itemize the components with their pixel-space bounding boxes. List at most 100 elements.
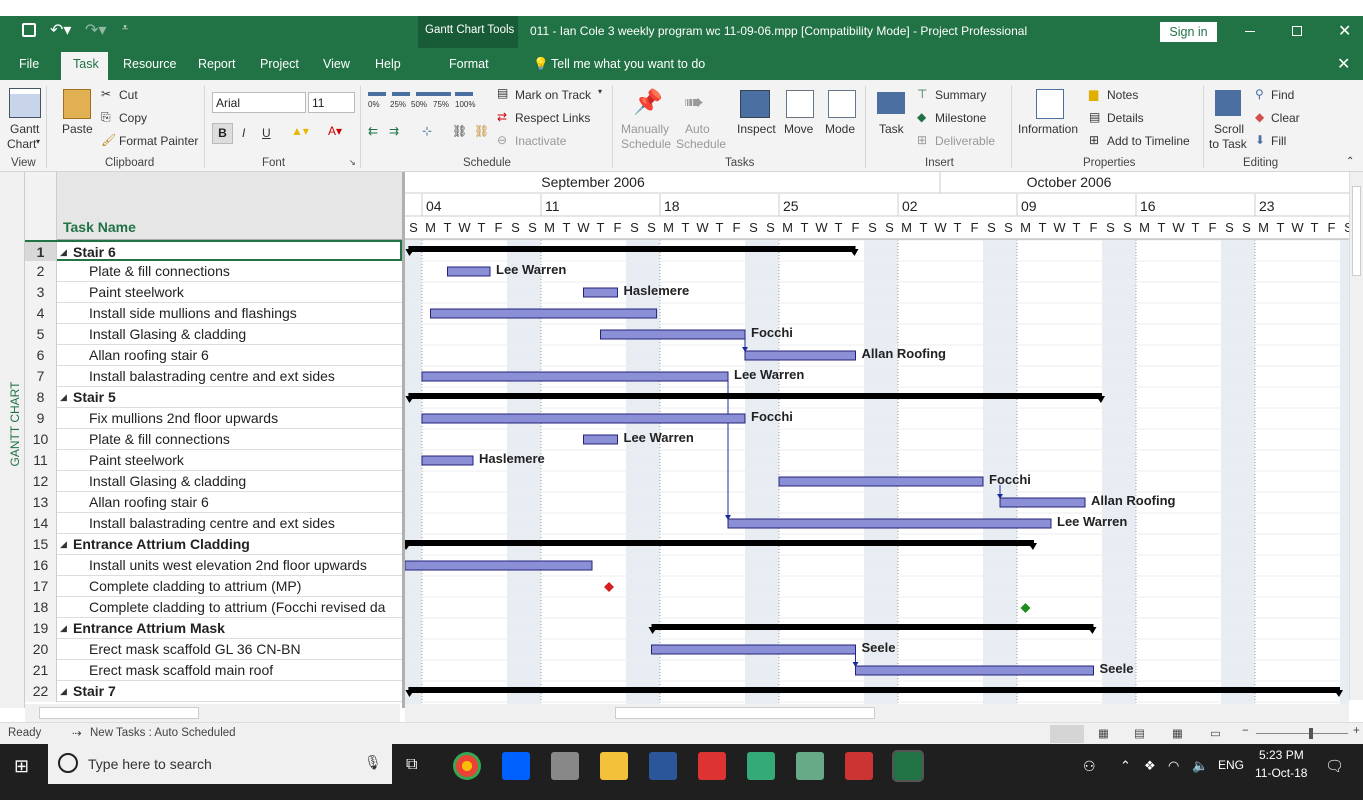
row-number[interactable]: 11 [25,450,57,471]
table-row[interactable]: 4 Install side mullions and flashings [25,303,402,324]
row-number[interactable]: 6 [25,345,57,366]
zoom-slider-thumb[interactable] [1309,728,1313,739]
project-icon[interactable] [892,750,924,782]
manually-schedule-button[interactable]: Manually [621,122,669,136]
task-name-cell[interactable]: Stair 6 [73,242,116,263]
close-ribbon-icon[interactable]: ✕ [1337,54,1350,74]
summary-button[interactable]: Summary [935,88,986,102]
task-name-cell[interactable]: Install side mullions and flashings [89,303,297,324]
font-dialog-launcher-icon[interactable]: ↘ [349,158,356,167]
split-task-icon[interactable]: ⊹ [422,124,432,138]
row-number[interactable]: 7 [25,366,57,387]
task-name-cell[interactable]: Install units west elevation 2nd floor u… [89,555,367,576]
table-row[interactable]: 5 Install Glasing & cladding [25,324,402,345]
wifi-icon[interactable]: ◠ [1168,758,1179,774]
pdf-reader-icon[interactable] [698,752,726,780]
task-name-cell[interactable]: Erect mask scaffold main roof [89,660,273,681]
table-row[interactable]: 8 ◢ Stair 5 [25,387,402,408]
task-view-icon[interactable]: ⧉ [406,756,417,774]
table-row[interactable]: 20 Erect mask scaffold GL 36 CN-BN [25,639,402,660]
dropbox-icon[interactable] [502,752,530,780]
mark-on-track-button[interactable]: Mark on Track [515,88,591,102]
table-row[interactable]: 10 Plate & fill connections [25,429,402,450]
font-color-icon[interactable]: A▾ [328,124,342,138]
tab-report[interactable]: Report [198,57,236,71]
table-scroll-thumb[interactable] [39,707,199,719]
italic-button[interactable]: I [242,126,245,140]
gantt-view-shortcut-icon[interactable] [1050,725,1084,743]
table-row[interactable]: 14 Install balastrading centre and ext si… [25,513,402,534]
deliverable-button[interactable]: Deliverable [935,134,995,148]
respect-links-button[interactable]: Respect Links [515,111,590,125]
row-number[interactable]: 15 [25,534,57,555]
resource-sheet-shortcut-icon[interactable]: ▦ [1172,726,1183,740]
zoom-slider[interactable] [1256,733,1348,734]
zoom-in-icon[interactable]: + [1353,725,1360,737]
copy-button[interactable]: Copy [119,111,147,125]
dropbox-tray-icon[interactable]: ❖ [1144,758,1156,774]
windows-start-icon[interactable]: ⊞ [14,756,29,777]
pct-50-button[interactable]: 50% [411,100,427,109]
font-size-select[interactable]: 11 [308,92,355,113]
language-indicator[interactable]: ENG [1218,758,1244,772]
clock-date[interactable]: 11-Oct-18 [1255,766,1307,780]
details-button[interactable]: Details [1107,111,1144,125]
table-row[interactable]: 12 Install Glasing & cladding [25,471,402,492]
app-icon-2[interactable] [796,752,824,780]
notifications-icon[interactable]: 🗨 [1325,757,1344,775]
tab-project[interactable]: Project [260,57,299,71]
row-number[interactable]: 9 [25,408,57,429]
pct-75-button[interactable]: 75% [433,100,449,109]
inspect-button[interactable]: Inspect [737,122,776,136]
row-number[interactable]: 17 [25,576,57,597]
row-number[interactable]: 2 [25,261,57,282]
tab-format[interactable]: Format [449,57,489,71]
task-name-cell[interactable]: Complete cladding to attrium (Focchi rev… [89,597,385,618]
highlight-color-icon[interactable]: ▲▾ [291,124,309,138]
row-number[interactable]: 19 [25,618,57,639]
task-name-cell[interactable]: Stair 5 [73,387,116,408]
row-number[interactable]: 8 [25,387,57,408]
minimize-icon[interactable] [1245,31,1255,32]
pct-25-button[interactable]: 25% [390,100,406,109]
notes-button[interactable]: Notes [1107,88,1138,102]
auto-schedule-button[interactable]: Auto [685,122,710,136]
chrome-icon[interactable] [453,752,481,780]
file-explorer-icon[interactable] [600,752,628,780]
row-number[interactable]: 20 [25,639,57,660]
row-number[interactable]: 21 [25,660,57,681]
zoom-out-icon[interactable]: − [1242,725,1249,737]
collapse-triangle-icon[interactable]: ◢ [60,681,67,702]
row-number[interactable]: 3 [25,282,57,303]
row-number[interactable]: 16 [25,555,57,576]
tab-task[interactable]: Task [73,57,99,71]
tab-view[interactable]: View [323,57,350,71]
task-name-cell[interactable]: Fix mullions 2nd floor upwards [89,408,278,429]
close-icon[interactable]: ✕ [1338,21,1351,41]
redo-icon[interactable]: ↷▾ [85,20,106,40]
link-tasks-icon[interactable]: ⛓ [452,124,467,138]
move-button[interactable]: Move [784,122,813,136]
table-row[interactable]: 21 Erect mask scaffold main roof [25,660,402,681]
table-row[interactable]: 13 Allan roofing stair 6 [25,492,402,513]
row-number[interactable]: 10 [25,429,57,450]
chevron-down-icon[interactable]: ▾ [598,87,602,96]
table-row[interactable]: 16 Install units west elevation 2nd floor… [25,555,402,576]
snipping-tool-icon[interactable] [747,752,775,780]
vertical-scrollbar[interactable] [1349,172,1363,700]
team-planner-shortcut-icon[interactable]: ▤ [1134,726,1145,740]
row-number[interactable]: 5 [25,324,57,345]
paste-button[interactable]: Paste [62,122,93,136]
task-name-cell[interactable]: Stair 7 [73,681,116,702]
format-painter-button[interactable]: Format Painter [119,134,198,148]
task-name-cell[interactable]: Install Glasing & cladding [89,471,246,492]
select-all-cell[interactable] [25,172,57,240]
underline-button[interactable]: U [262,126,271,140]
chart-scroll-thumb[interactable] [615,707,875,719]
task-name-cell[interactable]: Allan roofing stair 6 [89,492,209,513]
task-usage-shortcut-icon[interactable]: ▦ [1098,726,1109,740]
move-task-left-icon[interactable]: ⇇ [368,124,378,138]
scroll-to-task-button[interactable]: Scroll [1214,122,1244,136]
chart-horizontal-scrollbar[interactable] [405,704,1349,722]
task-name-cell[interactable]: Complete cladding to attrium (MP) [89,576,301,597]
